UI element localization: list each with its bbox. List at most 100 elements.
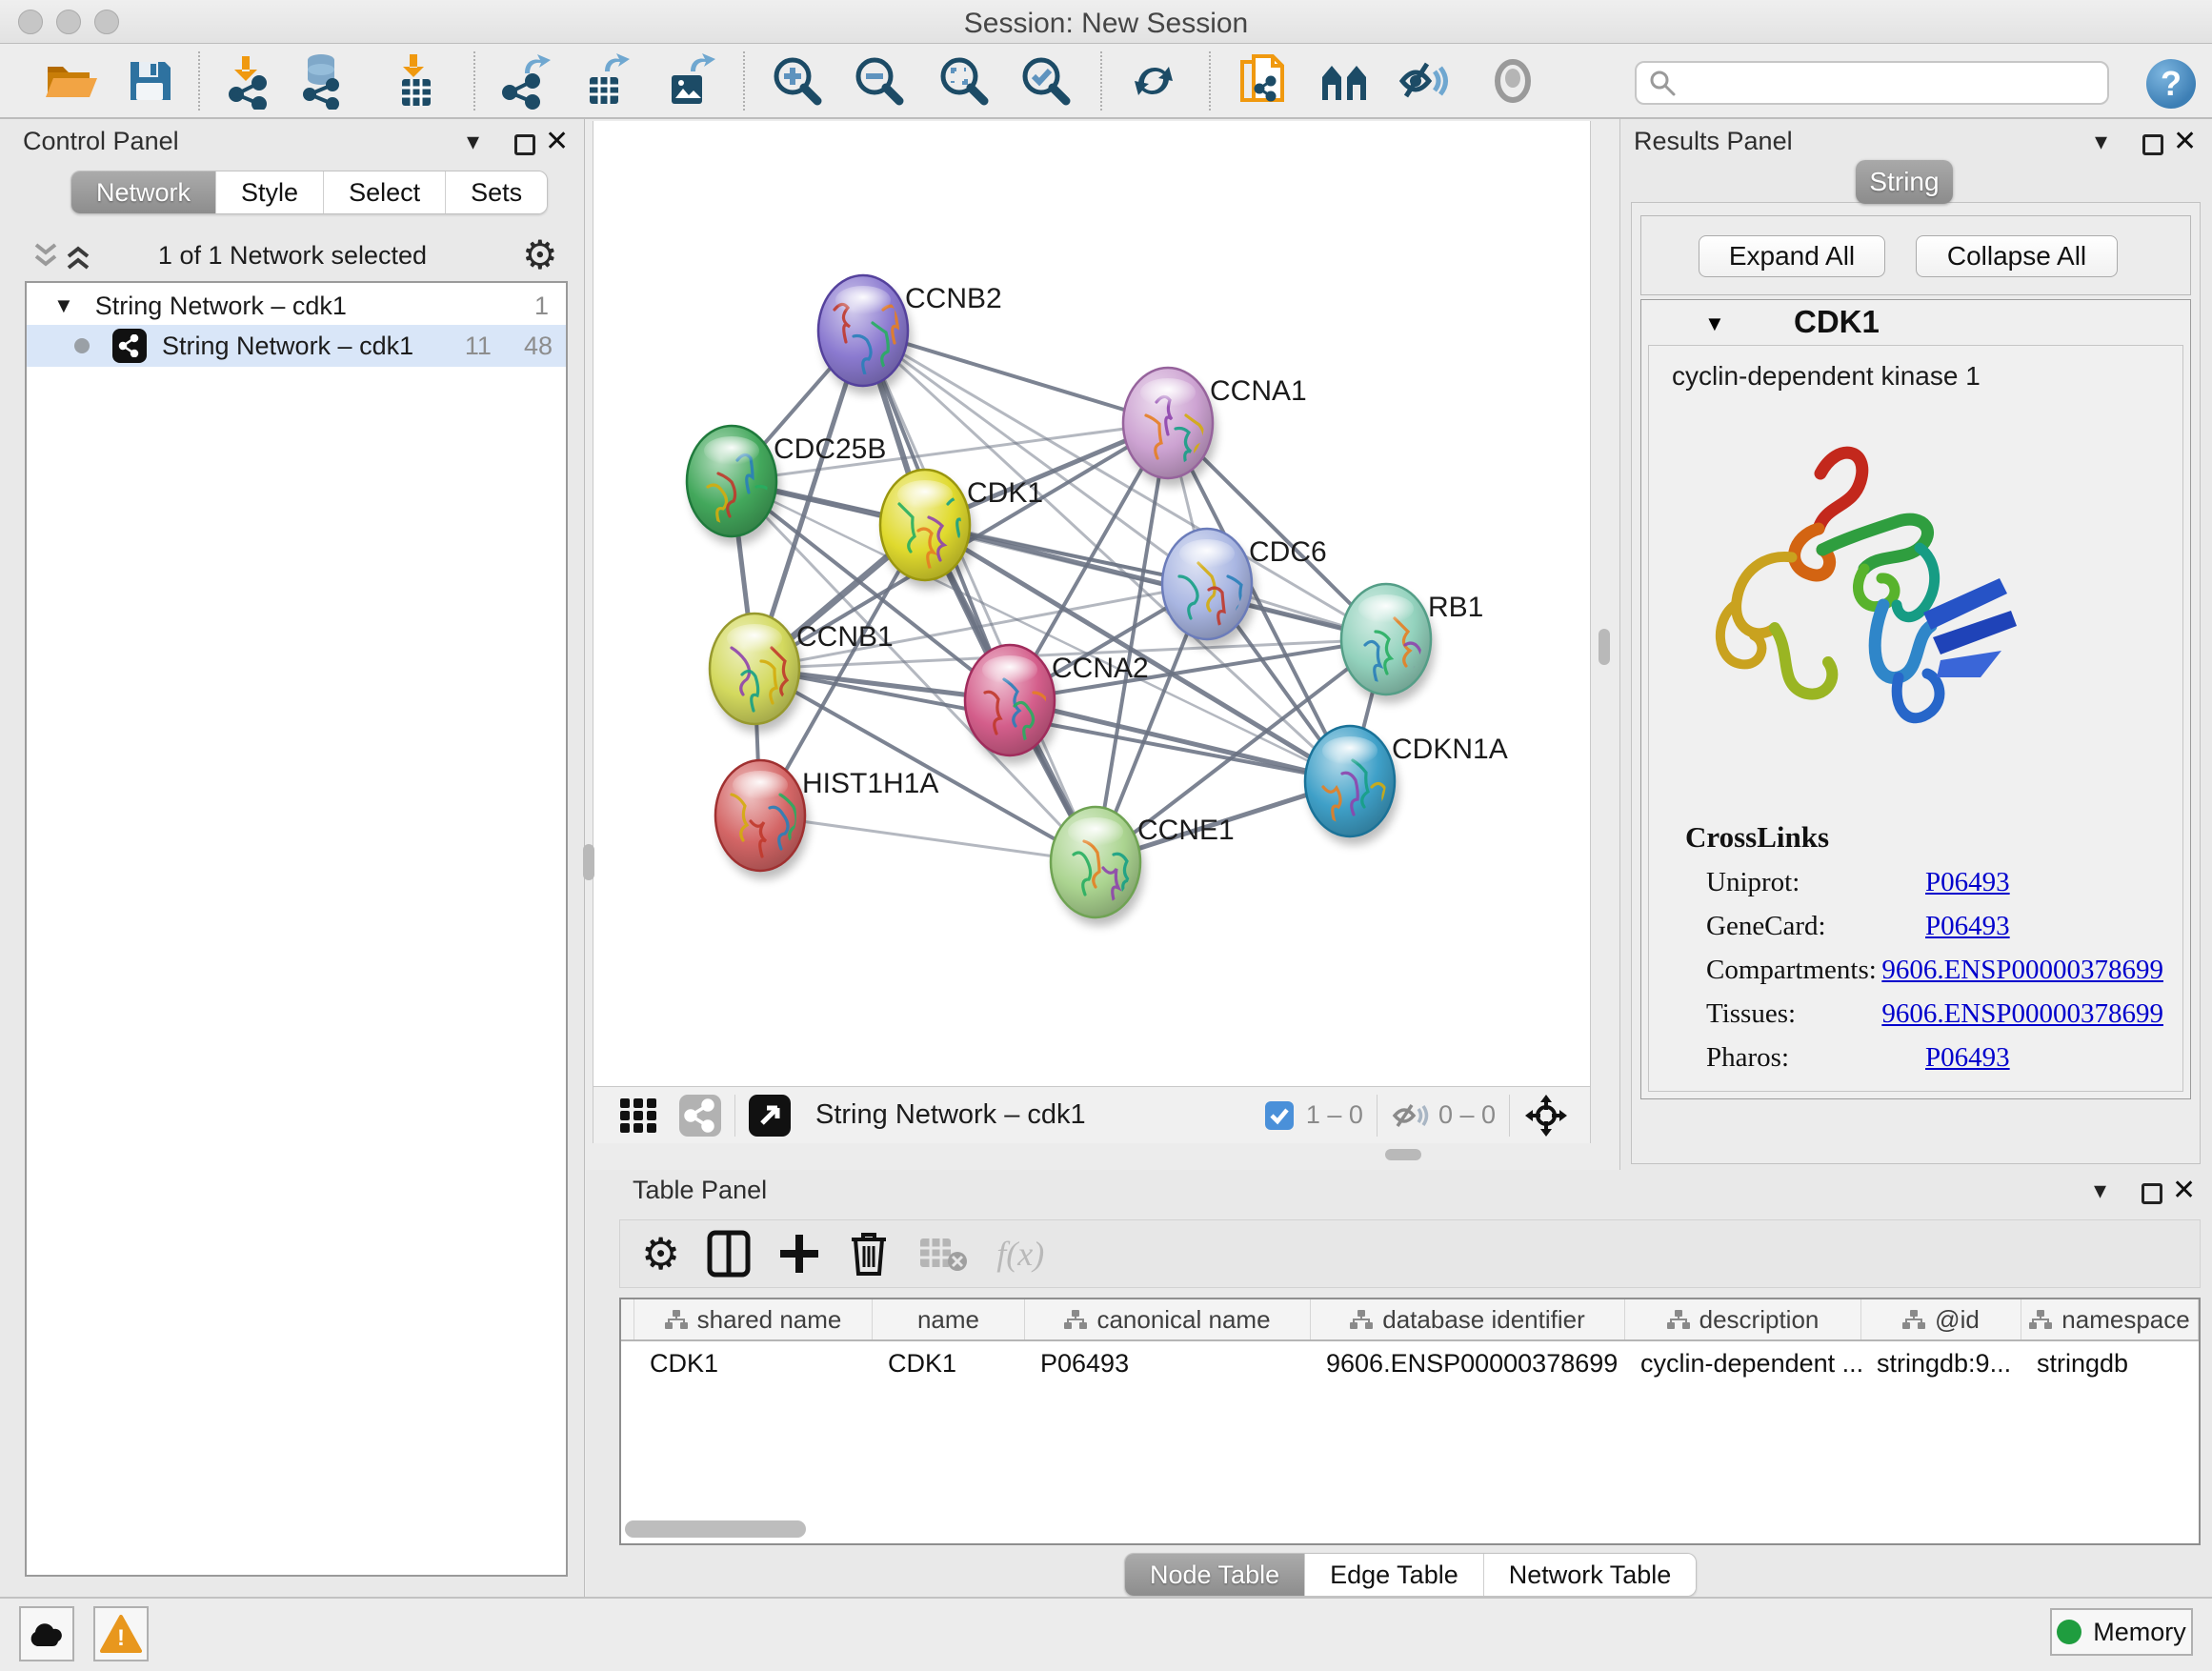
gene-collapse-icon[interactable]: ▼ (1704, 312, 1725, 336)
column-header-canonical-name[interactable]: canonical name (1025, 1299, 1311, 1339)
export-image-button[interactable] (658, 50, 719, 111)
node-CCNA2[interactable] (965, 645, 1058, 764)
tab-style[interactable]: Style (215, 171, 323, 213)
show-all-button[interactable] (1482, 50, 1543, 111)
export-table-button[interactable] (574, 50, 635, 111)
window-title: Session: New Session (0, 8, 2212, 40)
cell-name[interactable]: CDK1 (873, 1341, 1025, 1385)
tab-edge-table[interactable]: Edge Table (1304, 1554, 1483, 1596)
cell-shared-name[interactable]: CDK1 (634, 1341, 873, 1385)
panel-float-icon[interactable] (2142, 1183, 2162, 1204)
node-HIST1H1A[interactable] (715, 760, 809, 879)
crosslink-row: GeneCard:P06493 (1706, 904, 2163, 948)
automation-cloud-button[interactable] (19, 1606, 74, 1661)
tab-sets[interactable]: Sets (445, 171, 547, 213)
panel-close-icon[interactable]: ✕ (2173, 125, 2197, 158)
column-header-description[interactable]: description (1625, 1299, 1861, 1339)
show-columns-icon[interactable] (707, 1230, 751, 1278)
bottom-splitter-handle[interactable] (1385, 1149, 1421, 1160)
tab-network[interactable]: Network (71, 171, 215, 213)
tab-network-table[interactable]: Network Table (1483, 1554, 1697, 1596)
pan-crosshair-icon[interactable] (1523, 1093, 1569, 1138)
node-CCNB2[interactable] (818, 275, 912, 394)
expand-all-button[interactable]: Expand All (1699, 235, 1885, 277)
save-session-button[interactable] (119, 50, 180, 111)
node-RB1[interactable] (1341, 584, 1435, 703)
first-neighbors-button[interactable] (1315, 50, 1376, 111)
import-network-from-database-button[interactable] (291, 50, 352, 111)
panel-menu-icon[interactable]: ▾ (2094, 1176, 2106, 1205)
grid-view-icon[interactable] (618, 1095, 660, 1137)
column-header-database-identifier[interactable]: database identifier (1311, 1299, 1625, 1339)
panel-close-icon[interactable]: ✕ (545, 125, 569, 158)
open-session-button[interactable] (39, 50, 100, 111)
node-CDKN1A[interactable] (1305, 726, 1398, 845)
hide-eye-icon (1395, 52, 1452, 110)
import-network-from-file-button[interactable] (217, 50, 278, 111)
zoom-fit-button[interactable] (934, 50, 995, 111)
crosslink-link[interactable]: 9606.ENSP00000378699 (1881, 955, 2163, 986)
crosslink-link[interactable]: P06493 (1925, 1042, 2010, 1074)
network-options-gear-icon[interactable]: ⚙ (522, 232, 558, 278)
tab-string[interactable]: String (1856, 160, 1953, 204)
tab-select[interactable]: Select (323, 171, 445, 213)
network-row-selected[interactable]: String Network – cdk1 11 48 (27, 325, 566, 367)
cell-database-identifier[interactable]: 9606.ENSP00000378699 (1311, 1341, 1625, 1385)
selected-checkbox-icon[interactable] (1264, 1100, 1295, 1131)
cell-namespace[interactable]: stringdb (2021, 1341, 2199, 1385)
help-button[interactable]: ? (2146, 59, 2196, 109)
table-settings-gear-icon[interactable]: ⚙ (641, 1228, 680, 1279)
column-header-name[interactable]: name (873, 1299, 1025, 1339)
panel-float-icon[interactable] (514, 134, 535, 155)
table-horizontal-scrollbar[interactable] (625, 1520, 806, 1538)
gene-description: cyclin-dependent kinase 1 (1672, 361, 1981, 392)
zoom-in-button[interactable] (767, 50, 828, 111)
attribute-tree-icon (665, 1309, 688, 1330)
cell-canonical-name[interactable]: P06493 (1025, 1341, 1311, 1385)
column-header-@id[interactable]: @id (1861, 1299, 2021, 1339)
node-CDC6[interactable] (1162, 529, 1256, 648)
tab-node-table[interactable]: Node Table (1125, 1554, 1304, 1596)
add-column-icon[interactable] (777, 1232, 821, 1276)
panel-close-icon[interactable]: ✕ (2172, 1174, 2196, 1207)
help-icon: ? (2161, 64, 2182, 104)
refresh-view-button[interactable] (1123, 50, 1184, 111)
panel-menu-icon[interactable]: ▾ (2095, 127, 2107, 156)
panel-menu-icon[interactable]: ▾ (467, 127, 479, 156)
column-header-namespace[interactable]: namespace (2021, 1299, 2199, 1339)
column-header-shared-name[interactable]: shared name (634, 1299, 873, 1339)
warnings-button[interactable]: ! (93, 1606, 149, 1661)
left-splitter-handle[interactable] (583, 844, 594, 880)
collection-expand-icon[interactable]: ▼ (53, 293, 74, 318)
crosslink-link[interactable]: 9606.ENSP00000378699 (1881, 998, 2163, 1030)
table-row[interactable]: CDK1CDK1P064939606.ENSP00000378699cyclin… (621, 1341, 2199, 1385)
toolbar-separator (473, 51, 475, 111)
search-input[interactable] (1677, 68, 2107, 99)
panel-float-icon[interactable] (2142, 134, 2163, 155)
edge-CCNE1-HIST1H1A[interactable] (760, 815, 1096, 862)
collapse-all-button[interactable]: Collapse All (1916, 235, 2118, 277)
cell-@id[interactable]: stringdb:9... (1861, 1341, 2021, 1385)
network-collection-row[interactable]: ▼ String Network – cdk1 1 (27, 283, 566, 325)
zoom-out-button[interactable] (849, 50, 910, 111)
node-CCNA1[interactable] (1123, 368, 1217, 487)
node-CCNB1[interactable] (710, 614, 803, 733)
node-CCNE1[interactable] (1051, 807, 1144, 926)
hide-selection-button[interactable] (1393, 50, 1454, 111)
import-table-from-file-button[interactable] (385, 50, 446, 111)
results-button-bar: Expand All Collapse All (1640, 215, 2191, 295)
zoom-selected-button[interactable] (1016, 50, 1076, 111)
detach-view-icon[interactable] (749, 1095, 791, 1137)
network-canvas[interactable]: CCNB2CCNA1CDC25BCDK1CDC6RB1CCNB1CCNA2CDK… (593, 121, 1591, 1086)
crosslink-link[interactable]: P06493 (1925, 911, 2010, 942)
delete-column-icon[interactable] (848, 1230, 890, 1278)
export-network-button[interactable] (494, 50, 555, 111)
new-network-from-selection-button[interactable] (1233, 50, 1294, 111)
right-splitter-handle[interactable] (1599, 629, 1610, 665)
node-CDK1[interactable] (880, 470, 974, 589)
memory-button[interactable]: Memory (2050, 1608, 2193, 1656)
crosslink-link[interactable]: P06493 (1925, 867, 2010, 898)
cell-description[interactable]: cyclin-dependent ... (1625, 1341, 1861, 1385)
search-field[interactable] (1635, 61, 2109, 105)
table-panel: Table Panel ▾ ✕ ⚙ f(x) (586, 1170, 2212, 1597)
